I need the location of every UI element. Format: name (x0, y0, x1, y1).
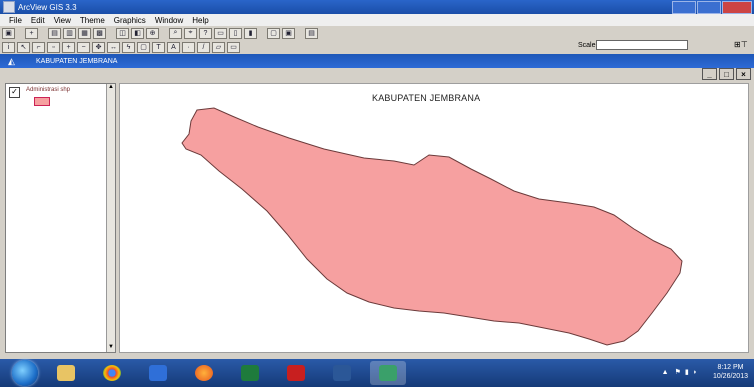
view-titlebar: ◭ KABUPATEN JEMBRANA (0, 54, 754, 68)
network-icon[interactable]: ▮ (685, 368, 689, 376)
menu-help[interactable]: Help (192, 16, 208, 25)
locate-address-icon[interactable]: ⌖ (184, 27, 197, 39)
chrome-icon (103, 365, 121, 381)
help-icon[interactable]: ▢ (267, 27, 280, 39)
menu-file[interactable]: File (9, 16, 22, 25)
save-project-icon[interactable]: ▣ (2, 27, 15, 39)
taskbar-arcview[interactable] (370, 361, 406, 385)
taskbar-acrobat[interactable] (278, 361, 314, 385)
menu-edit[interactable]: Edit (31, 16, 45, 25)
layer-legend-swatch[interactable] (34, 97, 50, 106)
taskbar-excel[interactable] (232, 361, 268, 385)
excel-icon (241, 365, 259, 381)
draw-rectangle-icon[interactable]: ▭ (227, 41, 240, 53)
taskbar-media[interactable] (140, 361, 176, 385)
scale-input[interactable] (596, 40, 688, 50)
view-maximize-button[interactable]: □ (719, 68, 734, 80)
close-button[interactable] (722, 1, 752, 14)
acrobat-icon (287, 365, 305, 381)
chart-icon[interactable]: ▤ (305, 27, 318, 39)
menu-theme[interactable]: Theme (80, 16, 105, 25)
add-theme-icon[interactable]: + (25, 27, 38, 39)
zoom-in-tool-icon[interactable]: + (62, 41, 75, 53)
draw-line-icon[interactable]: / (197, 41, 210, 53)
label-icon[interactable]: T (152, 41, 165, 53)
word-icon (333, 365, 351, 381)
zoom-out-tool-icon[interactable]: − (77, 41, 90, 53)
button-bar: ▣ + ▤ ▥ ▦ ▩ ◫ ◧ ⊕ ⌕ ⌖ ? ▭ ▯ ▮ ▢ ▣ ▤ (0, 26, 754, 40)
view-icon: ◭ (8, 55, 15, 66)
menu-window[interactable]: Window (155, 16, 183, 25)
clock[interactable]: 8:12 PM 10/26/2013 (713, 363, 748, 381)
vertex-edit-icon[interactable]: ⌐ (32, 41, 45, 53)
view-close-button[interactable]: × (736, 68, 751, 80)
table-of-contents: ✓ Administrasi shp ▲ ▼ (5, 83, 116, 353)
query-builder-icon[interactable]: ? (199, 27, 212, 39)
menubar: File Edit View Theme Graphics Window Hel… (0, 14, 754, 26)
pan-icon[interactable]: ✥ (92, 41, 105, 53)
start-button[interactable] (12, 360, 38, 386)
hotlink-icon[interactable]: ϟ (122, 41, 135, 53)
layout-icon[interactable]: ▣ (282, 27, 295, 39)
edit-legend-icon[interactable]: ▥ (63, 27, 76, 39)
clear-selection-icon[interactable]: ▯ (229, 27, 242, 39)
view-minimize-button[interactable]: _ (702, 68, 717, 80)
arcview-icon (379, 365, 397, 381)
clock-date: 10/26/2013 (712, 373, 748, 380)
view-title: KABUPATEN JEMBRANA (36, 57, 118, 65)
firefox-icon (195, 365, 213, 381)
open-table-icon[interactable]: ▦ (78, 27, 91, 39)
toolbar-extra-icon[interactable]: ⊞⊤ (734, 40, 748, 49)
scroll-up-icon[interactable]: ▲ (107, 84, 115, 92)
taskbar-word[interactable] (324, 361, 360, 385)
minimize-button[interactable] (672, 1, 696, 14)
find-icon[interactable]: ⌕ (169, 27, 182, 39)
area-of-interest-icon[interactable]: ▢ (137, 41, 150, 53)
text-icon[interactable]: A (167, 41, 180, 53)
layer-visibility-checkbox[interactable]: ✓ (9, 87, 20, 98)
view-window-controls: _ □ × (702, 68, 751, 80)
media-icon (149, 365, 167, 381)
zoom-full-icon[interactable]: ▩ (93, 27, 106, 39)
map-graphic[interactable] (119, 83, 749, 353)
pointer-icon[interactable]: ↖ (17, 41, 30, 53)
layer-name[interactable]: Administrasi shp (26, 87, 70, 93)
app-title: ArcView GIS 3.3 (18, 2, 77, 12)
draw-polygon-icon[interactable]: ▱ (212, 41, 225, 53)
taskbar-firefox[interactable] (186, 361, 222, 385)
toc-scrollbar[interactable]: ▲ ▼ (106, 84, 115, 352)
window-controls (672, 1, 752, 14)
zoom-selected-icon[interactable]: ◧ (131, 27, 144, 39)
zoom-active-icon[interactable]: ◫ (116, 27, 129, 39)
system-tray: ▲ ⚑ ▮ ◗ 8:12 PM 10/26/2013 (662, 363, 748, 381)
volume-icon[interactable]: ◗ (693, 369, 697, 376)
folder-icon (57, 365, 75, 381)
menu-view[interactable]: View (54, 16, 71, 25)
select-feature-icon[interactable]: ▫ (47, 41, 60, 53)
menu-graphics[interactable]: Graphics (114, 16, 146, 25)
select-features-icon[interactable]: ▭ (214, 27, 227, 39)
flag-icon[interactable]: ⚑ (675, 368, 681, 376)
promote-icon[interactable]: ▮ (244, 27, 257, 39)
taskbar-explorer[interactable] (48, 361, 84, 385)
theme-properties-icon[interactable]: ▤ (48, 27, 61, 39)
maximize-button[interactable] (697, 1, 721, 14)
app-titlebar: ArcView GIS 3.3 (0, 0, 754, 14)
tray-arrow-icon[interactable]: ▲ (662, 369, 669, 376)
windows-taskbar (0, 359, 754, 387)
jembrana-polygon[interactable] (181, 107, 683, 346)
draw-point-icon[interactable]: · (182, 41, 195, 53)
identify-icon[interactable]: i (2, 41, 15, 53)
zoom-in-icon[interactable]: ⊕ (146, 27, 159, 39)
arcview-app-icon (3, 1, 15, 13)
measure-icon[interactable]: ↔ (107, 41, 120, 53)
taskbar-chrome[interactable] (94, 361, 130, 385)
clock-time: 8:12 PM (717, 364, 744, 371)
scroll-down-icon[interactable]: ▼ (107, 344, 115, 352)
